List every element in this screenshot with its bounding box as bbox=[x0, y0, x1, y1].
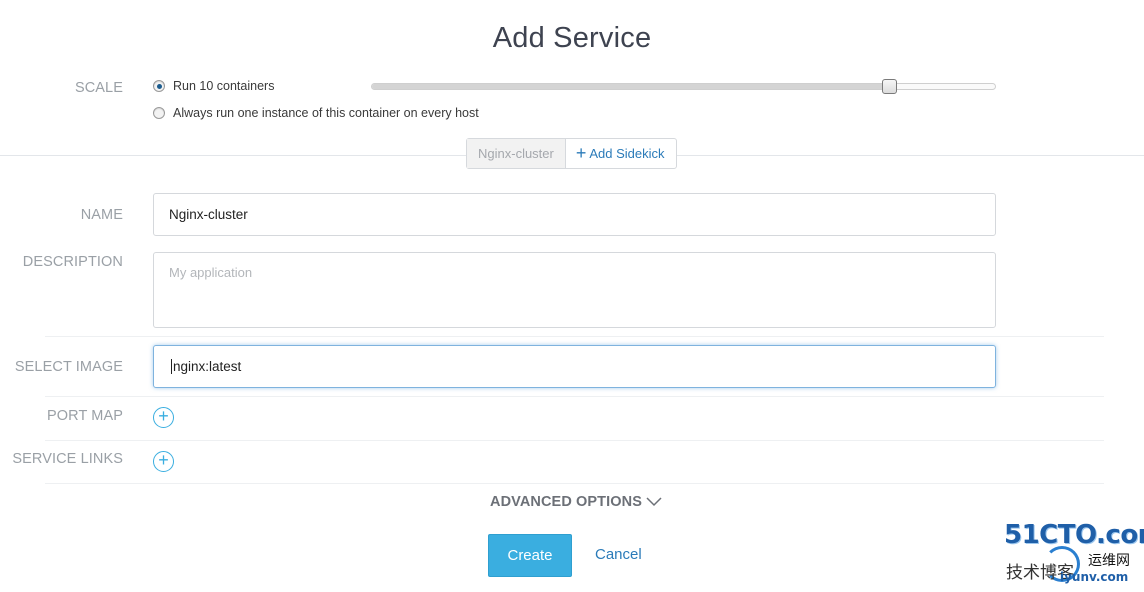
description-label: DESCRIPTION bbox=[22, 254, 123, 270]
add-service-link-icon[interactable]: + bbox=[153, 451, 174, 472]
page-title: Add Service bbox=[492, 22, 652, 54]
add-sidekick-label: Add Sidekick bbox=[589, 146, 665, 161]
cancel-link[interactable]: Cancel bbox=[595, 546, 642, 563]
service-tabs: Nginx-cluster + Add Sidekick bbox=[466, 138, 677, 169]
text-caret bbox=[171, 359, 172, 374]
create-button[interactable]: Create bbox=[488, 534, 572, 577]
chevron-down-icon bbox=[646, 497, 662, 507]
radio-run-containers[interactable]: Run 10 containers bbox=[153, 79, 274, 93]
port-map-label: PORT MAP bbox=[46, 408, 123, 424]
add-sidekick-button[interactable]: + Add Sidekick bbox=[566, 139, 676, 168]
select-image-value: nginx:latest bbox=[173, 359, 242, 374]
row-divider bbox=[45, 396, 1104, 397]
select-image-label: SELECT IMAGE bbox=[14, 359, 123, 375]
scale-slider-fill bbox=[372, 84, 890, 89]
tab-nginx-cluster[interactable]: Nginx-cluster bbox=[467, 139, 566, 168]
scale-label: SCALE bbox=[74, 80, 123, 96]
name-label: NAME bbox=[80, 207, 123, 223]
select-image-input[interactable]: nginx:latest bbox=[153, 345, 996, 388]
watermark-brand: 51CTO.com bbox=[1004, 520, 1144, 550]
watermark-site: iyunv.com bbox=[1060, 570, 1129, 584]
advanced-options-label: ADVANCED OPTIONS bbox=[490, 494, 642, 510]
scale-slider-track[interactable] bbox=[371, 83, 996, 90]
radio-button-unchecked[interactable] bbox=[153, 107, 165, 119]
radio-run-containers-label: Run 10 containers bbox=[173, 79, 275, 93]
row-divider bbox=[45, 336, 1104, 337]
service-links-label: SERVICE LINKS bbox=[12, 451, 123, 467]
radio-every-host[interactable]: Always run one instance of this containe… bbox=[153, 106, 479, 120]
advanced-options-toggle[interactable]: ADVANCED OPTIONS bbox=[490, 494, 662, 510]
plus-icon: + bbox=[575, 143, 587, 163]
row-divider bbox=[45, 440, 1104, 441]
scale-slider-thumb[interactable] bbox=[882, 79, 898, 94]
radio-every-host-label: Always run one instance of this containe… bbox=[173, 106, 479, 120]
radio-button-checked[interactable] bbox=[153, 80, 165, 92]
description-textarea[interactable]: My application bbox=[153, 252, 996, 328]
watermark-ops: 运维网 bbox=[1088, 553, 1130, 569]
row-divider bbox=[45, 483, 1104, 484]
watermark: 51CTO.com 运维网 技术博客 iyunv.com bbox=[1004, 520, 1144, 592]
name-input[interactable]: Nginx-cluster bbox=[153, 193, 996, 236]
add-port-map-icon[interactable]: + bbox=[153, 407, 174, 428]
